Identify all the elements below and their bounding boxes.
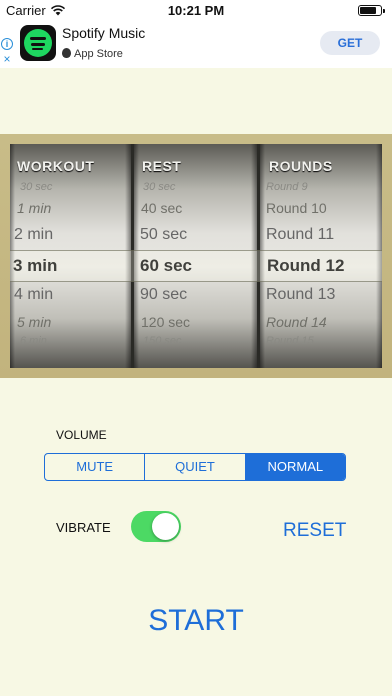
ad-title[interactable]: Spotify Music [62, 25, 145, 41]
selection-indicator [10, 250, 382, 282]
ad-close-icon[interactable]: × [1, 53, 13, 65]
rounds-option[interactable]: Round 9 [266, 181, 308, 193]
workout-option[interactable]: 30 sec [20, 181, 52, 193]
rounds-header: ROUNDS [269, 158, 333, 174]
rest-option[interactable]: 50 sec [140, 226, 187, 244]
vibrate-toggle[interactable] [131, 511, 181, 542]
rest-option[interactable]: 150 sec [143, 335, 182, 347]
volume-normal-segment[interactable]: NORMAL [245, 454, 345, 480]
volume-segmented-control: MUTE QUIET NORMAL [44, 453, 346, 481]
workout-option[interactable]: 1 min [17, 200, 51, 216]
status-bar: Carrier 10:21 PM [0, 0, 392, 22]
battery-icon [358, 5, 385, 16]
rounds-option[interactable]: Round 15 [266, 335, 314, 347]
ad-banner[interactable]: i × Spotify Music App Store GET [0, 22, 392, 68]
workout-option[interactable]: 4 min [14, 286, 53, 304]
rounds-option[interactable]: Round 10 [266, 200, 327, 216]
vibrate-label: VIBRATE [56, 520, 111, 535]
ad-store: App Store [62, 48, 123, 60]
workout-option[interactable]: 5 min [17, 314, 51, 330]
ad-info-icon[interactable]: i [1, 38, 13, 50]
ad-store-label: App Store [74, 48, 123, 60]
rest-option[interactable]: 40 sec [141, 200, 182, 216]
clock: 10:21 PM [167, 3, 225, 18]
get-button[interactable]: GET [320, 31, 380, 55]
volume-quiet-segment[interactable]: QUIET [145, 454, 246, 480]
volume-mute-segment[interactable]: MUTE [45, 454, 146, 480]
timer-picker: WORKOUT 30 sec 1 min 2 min 3 min 4 min 5… [0, 134, 392, 378]
volume-label: VOLUME [56, 428, 107, 442]
apple-icon [62, 48, 71, 58]
spotify-logo-icon[interactable] [20, 25, 56, 61]
rest-header: REST [142, 158, 182, 174]
workout-option[interactable]: 2 min [14, 226, 53, 244]
rest-option[interactable]: 90 sec [140, 286, 187, 304]
rounds-option[interactable]: Round 11 [266, 226, 334, 244]
reset-button[interactable]: RESET [283, 520, 346, 542]
toggle-knob [152, 513, 179, 540]
rest-option[interactable]: 120 sec [141, 314, 190, 330]
picker-wheels: WORKOUT 30 sec 1 min 2 min 3 min 4 min 5… [10, 144, 382, 368]
workout-option[interactable]: 6 min [20, 335, 47, 347]
rest-option[interactable]: 30 sec [143, 181, 175, 193]
rounds-option[interactable]: Round 13 [266, 286, 335, 304]
rounds-option[interactable]: Round 14 [266, 314, 327, 330]
workout-header: WORKOUT [17, 158, 95, 174]
start-button[interactable]: START [0, 604, 392, 638]
